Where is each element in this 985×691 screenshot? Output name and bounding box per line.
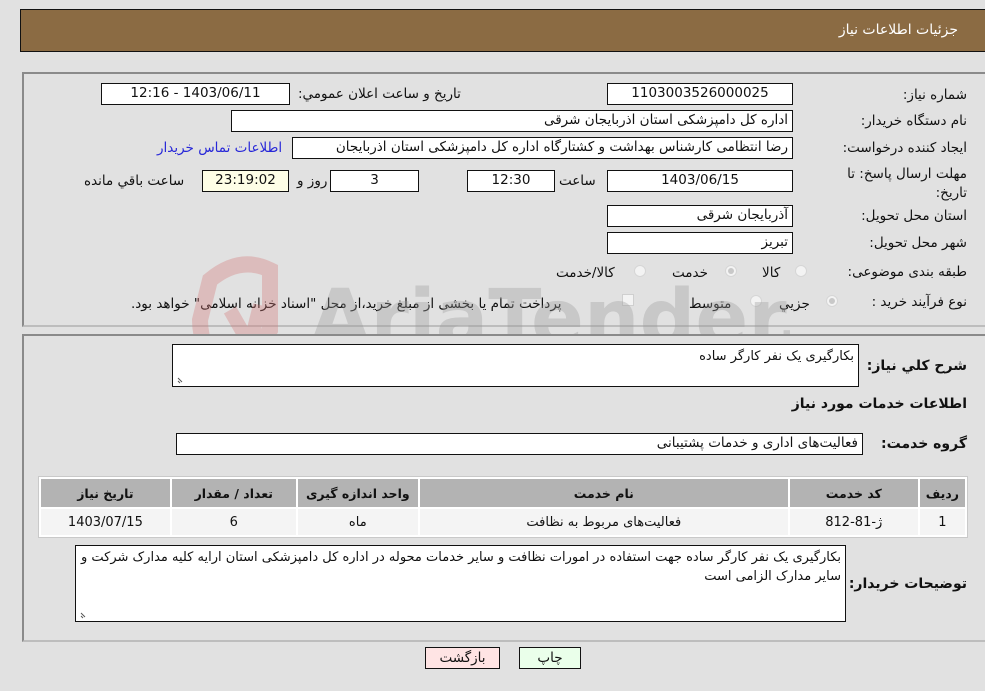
deadline-label: مهلت ارسال پاسخ: تا تاریخ: (847, 166, 967, 201)
service-group-field: فعالیت‌های اداری و خدمات پشتیبانی (176, 433, 863, 455)
category-label: طبقه بندی موضوعی: (847, 264, 967, 280)
creator-field: رضا انتظامی کارشناس بهداشت و کشتارگاه اد… (292, 137, 793, 159)
col-need-date: تاریخ نیاز (41, 479, 170, 507)
resize-grip-icon[interactable] (79, 609, 89, 619)
col-service-name: نام خدمت (419, 479, 788, 507)
category-radio-service[interactable] (725, 265, 737, 277)
summary-text: بکارگیری یک نفر کارگر ساده (699, 349, 854, 364)
buyer-notes-label: توضیحات خریدار: (848, 576, 967, 592)
treasury-payment-checkbox[interactable] (622, 294, 634, 306)
category-option-goods: کالا (762, 265, 781, 281)
deadline-date-field: 1403/06/15 (607, 170, 793, 192)
cell-row-number: 1 (919, 509, 965, 535)
process-radio-minor[interactable] (826, 295, 838, 307)
service-group-label: گروه خدمت: (881, 436, 967, 452)
remaining-label: ساعت باقي مانده (84, 173, 185, 189)
col-quantity: تعداد / مقدار (171, 479, 296, 507)
process-option-medium: متوسط (689, 296, 732, 312)
announce-label: تاریخ و ساعت اعلان عمومي: (298, 86, 461, 102)
summary-textarea[interactable]: بکارگیری یک نفر کارگر ساده (172, 344, 859, 387)
col-unit: واحد اندازه گیری (297, 479, 418, 507)
city-label: شهر محل تحویل: (869, 235, 967, 251)
col-service-code: کد خدمت (789, 479, 918, 507)
buyer-org-field: اداره کل دامپزشکی استان اذربایجان شرقی (231, 110, 793, 132)
category-radio-goods[interactable] (795, 265, 807, 277)
category-option-goods-service: کالا/خدمت (556, 265, 615, 281)
need-number-label: شماره نیاز: (902, 87, 967, 103)
category-option-service: خدمت (672, 265, 708, 281)
cell-service-name: فعالیت‌های مربوط به نظافت (419, 509, 788, 535)
cell-quantity: 6 (171, 509, 296, 535)
page-title: جزئیات اطلاعات نیاز (838, 22, 958, 38)
summary-label: شرح کلي نیاز: (866, 358, 967, 374)
services-table: ردیف کد خدمت نام خدمت واحد اندازه گیری ت… (38, 476, 968, 538)
days-remaining-field: 3 (330, 170, 419, 192)
cell-unit: ماه (297, 509, 418, 535)
category-radio-goods-service[interactable] (634, 265, 646, 277)
process-radio-medium[interactable] (750, 295, 762, 307)
payment-note: پرداخت تمام یا بخشی از مبلغ خرید،از محل … (131, 296, 562, 312)
deadline-time-field: 12:30 (467, 170, 555, 192)
time-label: ساعت (559, 173, 596, 189)
need-number-field: 1103003526000025 (607, 83, 793, 105)
buyer-contact-link[interactable]: اطلاعات تماس خریدار (157, 140, 282, 156)
print-button[interactable]: چاپ (519, 647, 581, 669)
days-label: روز و (297, 173, 328, 189)
resize-grip-icon[interactable] (176, 374, 186, 384)
province-label: استان محل تحویل: (861, 208, 967, 224)
announce-datetime-field: 1403/06/11 - 12:16 (101, 83, 290, 105)
back-button[interactable]: بازگشت (425, 647, 500, 669)
province-field: آذربایجان شرقی (607, 205, 793, 227)
page-header: جزئیات اطلاعات نیاز (20, 9, 985, 52)
col-row-number: ردیف (919, 479, 965, 507)
cell-need-date: 1403/07/15 (41, 509, 170, 535)
table-header-row: ردیف کد خدمت نام خدمت واحد اندازه گیری ت… (41, 479, 965, 507)
process-label: نوع فرآیند خرید : (871, 294, 967, 310)
process-option-minor: جزيي (779, 296, 810, 312)
buyer-org-label: نام دستگاه خریدار: (860, 113, 967, 129)
creator-label: ایجاد کننده درخواست: (842, 140, 967, 156)
remaining-time-field: 23:19:02 (202, 170, 289, 192)
buyer-notes-text: بکارگیری یک نفر کارگر ساده جهت استفاده د… (80, 550, 841, 584)
services-heading: اطلاعات خدمات مورد نیاز (791, 396, 967, 412)
city-field: تبریز (607, 232, 793, 254)
buyer-notes-textarea[interactable]: بکارگیری یک نفر کارگر ساده جهت استفاده د… (75, 545, 846, 622)
cell-service-code: ژ-81-812 (789, 509, 918, 535)
table-row: 1 ژ-81-812 فعالیت‌های مربوط به نظافت ماه… (41, 509, 965, 535)
